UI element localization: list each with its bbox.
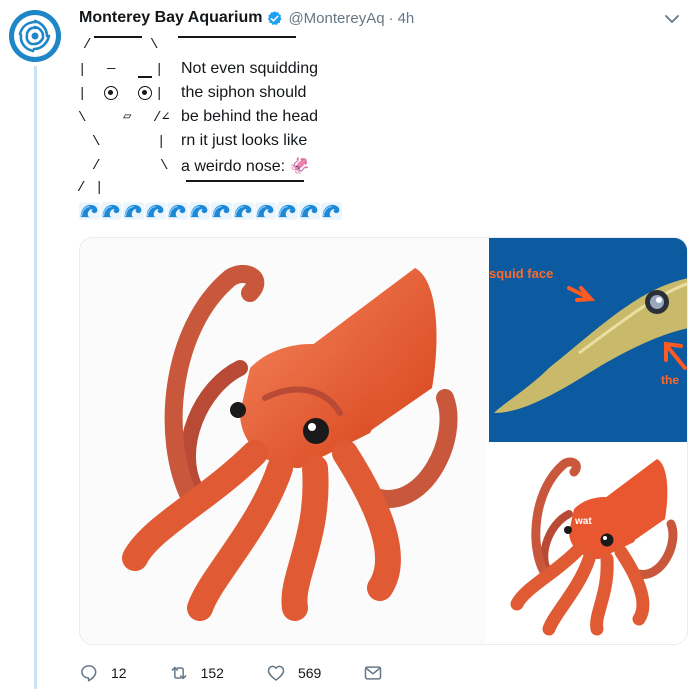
avatar[interactable]: [9, 10, 61, 62]
like-button[interactable]: 569: [266, 663, 321, 683]
ascii-mark: |: [95, 180, 104, 196]
ascii-nose: ▱: [123, 109, 132, 125]
reply-count: 12: [111, 665, 127, 681]
label-wat: wat: [574, 516, 592, 527]
reply-button[interactable]: 12: [79, 663, 127, 683]
ascii-mark: |: [78, 86, 87, 102]
water-wave-icon: [211, 202, 232, 220]
timestamp[interactable]: 4h: [398, 10, 415, 27]
direct-message-button[interactable]: [363, 663, 395, 683]
label-the: the: [661, 373, 679, 387]
display-name[interactable]: Monterey Bay Aquarium: [79, 9, 262, 27]
squid-emoji-icon: [122, 265, 458, 621]
envelope-icon: [365, 666, 382, 680]
squid-wat-icon: wat: [510, 457, 678, 636]
tweet-text-line: be behind the head: [181, 108, 319, 125]
water-wave-icon: [167, 202, 188, 220]
water-wave-icon: [189, 202, 210, 220]
chevron-down-icon[interactable]: [664, 11, 680, 27]
ascii-mark: |: [157, 134, 166, 150]
ascii-mark: \: [160, 158, 169, 174]
label-squid-face: squid face: [489, 266, 553, 281]
ascii-top-line: [94, 36, 142, 38]
tweet-text-line: Not even squidding: [181, 60, 318, 77]
ascii-mark: /: [92, 158, 101, 174]
thread-line: [34, 66, 37, 689]
reply-icon: [81, 665, 97, 682]
ascii-mark: /∠: [153, 110, 170, 126]
ascii-mark: /: [83, 37, 92, 53]
retweet-icon: [171, 666, 186, 680]
water-wave-icon: [255, 202, 276, 220]
tweet-header: Monterey Bay Aquarium @MontereyAq · 4h: [79, 8, 414, 28]
ascii-text-top-line: [178, 36, 296, 38]
ascii-eye-right: [138, 86, 152, 100]
squid-photo-icon: squid face the: [489, 238, 687, 442]
retweet-button[interactable]: 152: [169, 663, 224, 683]
tweet-text-line: a weirdo nose: 🦑: [181, 158, 310, 175]
tweet-text-line: the siphon should: [181, 84, 307, 101]
ascii-mark: |: [155, 62, 164, 78]
squid-emoji-image[interactable]: [80, 238, 486, 644]
water-wave-icon: [101, 202, 122, 220]
ascii-mark: /: [77, 180, 86, 196]
water-wave-icon: [123, 202, 144, 220]
squid-photo-image[interactable]: squid face the: [489, 238, 687, 442]
ascii-mark: —: [107, 61, 116, 77]
water-wave-icon: [145, 202, 166, 220]
heart-icon: [267, 665, 285, 681]
squid-wat-image[interactable]: wat: [489, 444, 687, 644]
ascii-eye-left: [104, 86, 118, 100]
retweet-count: 152: [200, 665, 224, 681]
water-wave-icon: [277, 202, 298, 220]
water-wave-icon: [299, 202, 320, 220]
ascii-mark: \: [78, 110, 87, 126]
tweet-actions: 12 152 569: [79, 660, 437, 686]
separator-dot: ·: [388, 9, 394, 27]
ascii-mark: |: [78, 62, 87, 78]
ascii-mark: |: [155, 86, 164, 102]
wave-emoji-row: [79, 202, 342, 220]
tweet-text-line: rn it just looks like: [181, 132, 308, 149]
media-grid[interactable]: squid face the wat: [79, 237, 688, 645]
water-wave-icon: [233, 202, 254, 220]
ascii-mark: \: [92, 134, 101, 150]
user-handle[interactable]: @MontereyAq: [288, 10, 384, 27]
like-count: 569: [297, 665, 322, 681]
ascii-brow-line: [138, 76, 152, 78]
aquarium-logo-icon: [9, 10, 61, 62]
ascii-mark: \: [150, 37, 159, 53]
verified-badge-icon: [268, 10, 283, 25]
ascii-text-bottom-line: [186, 180, 304, 182]
water-wave-icon: [79, 202, 100, 220]
water-wave-icon: [321, 202, 342, 220]
